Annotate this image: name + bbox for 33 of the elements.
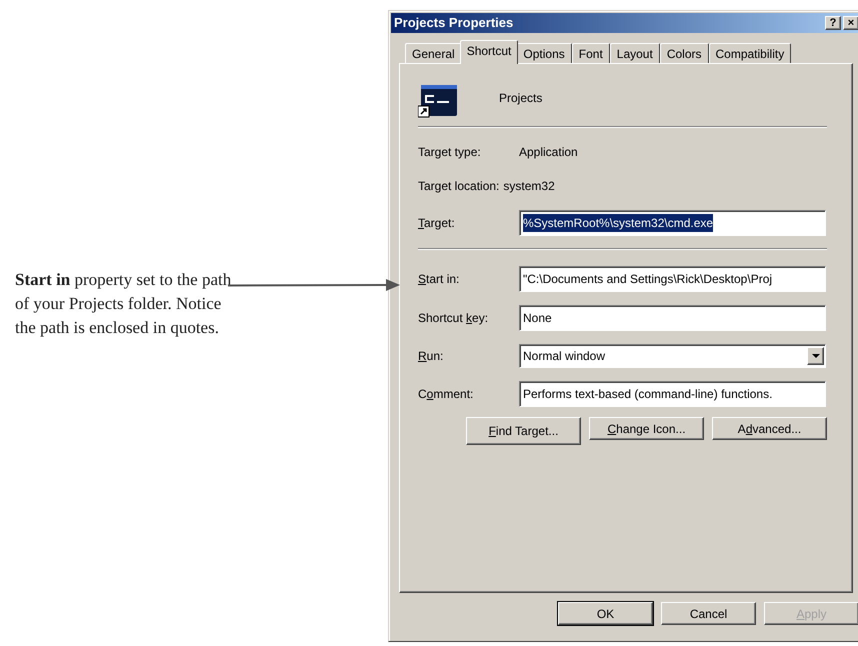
tab[interactable]: General bbox=[405, 43, 462, 63]
field-label: Target: bbox=[418, 215, 456, 232]
button[interactable]: OK bbox=[558, 602, 653, 625]
button[interactable]: Advanced... bbox=[712, 417, 827, 440]
text-field[interactable]: Performs text-based (command-line) functions. bbox=[519, 381, 826, 407]
info-value: system32 bbox=[503, 178, 555, 195]
help-button[interactable]: ? bbox=[825, 16, 841, 30]
tab[interactable]: Colors bbox=[660, 43, 708, 63]
tab[interactable]: Shortcut bbox=[460, 40, 518, 64]
dropdown[interactable]: Normal window bbox=[519, 344, 826, 368]
text-field[interactable]: "C:\Documents and Settings\Rick\Desktop\Proj bbox=[519, 266, 826, 292]
shortcut-name: Projects bbox=[499, 90, 542, 107]
window-title: Projects Properties bbox=[394, 14, 514, 32]
field-label: Shortcut key: bbox=[418, 310, 490, 327]
close-button[interactable]: × bbox=[843, 16, 858, 30]
tab[interactable]: Compatibility bbox=[708, 43, 792, 63]
tab[interactable]: Layout bbox=[610, 43, 660, 63]
info-label: Target location: bbox=[418, 178, 500, 195]
button[interactable]: Find Target... bbox=[466, 417, 581, 445]
tab[interactable]: Font bbox=[572, 43, 610, 63]
target-field[interactable]: %SystemRoot%\system32\cmd.exe bbox=[519, 210, 826, 236]
caret-icon[interactable] bbox=[807, 347, 824, 365]
info-value: Application bbox=[519, 144, 578, 161]
info-label: Target type: bbox=[418, 144, 482, 161]
text-field[interactable]: None bbox=[519, 305, 826, 331]
field-label: Start in: bbox=[418, 271, 460, 288]
field-label: Comment: bbox=[418, 386, 474, 403]
tab[interactable]: Options bbox=[516, 43, 572, 63]
button[interactable]: Change Icon... bbox=[589, 417, 704, 440]
console-icon bbox=[418, 84, 458, 118]
field-label: Run: bbox=[418, 348, 444, 365]
annotation-text: Start in property set to the path of your Projects folder. Notice the path is enclosed in quotes. bbox=[15, 269, 232, 339]
button[interactable]: Cancel bbox=[661, 602, 756, 625]
